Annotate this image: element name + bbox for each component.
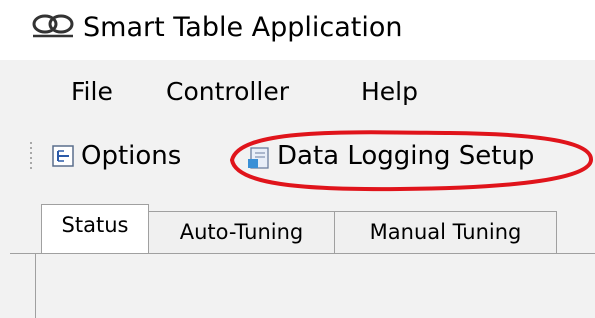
data-logging-icon bbox=[248, 147, 269, 169]
options-label: Options bbox=[81, 141, 182, 171]
app-logo-icon bbox=[32, 14, 74, 38]
data-logging-label: Data Logging Setup bbox=[277, 141, 535, 171]
data-logging-setup-button[interactable]: Data Logging Setup bbox=[247, 138, 587, 176]
tab-panel-border bbox=[10, 253, 595, 254]
tab-control: Status Auto-Tuning Manual Tuning bbox=[0, 190, 595, 318]
options-icon bbox=[52, 145, 74, 167]
tab-auto-tuning[interactable]: Auto-Tuning bbox=[148, 211, 335, 254]
tab-manual-tuning[interactable]: Manual Tuning bbox=[334, 211, 557, 254]
window-title: Smart Table Application bbox=[83, 12, 403, 43]
options-button[interactable]: Options bbox=[52, 138, 212, 176]
menu-bar: File Controller Help bbox=[0, 60, 595, 124]
tab-status[interactable]: Status bbox=[41, 204, 149, 254]
menu-help[interactable]: Help bbox=[361, 76, 418, 108]
menu-controller[interactable]: Controller bbox=[166, 76, 289, 108]
menu-file[interactable]: File bbox=[71, 76, 113, 108]
toolbar-grip[interactable] bbox=[30, 142, 34, 172]
title-bar: Smart Table Application bbox=[0, 0, 595, 60]
tab-panel-left-border bbox=[35, 253, 36, 318]
toolbar: Options Data Logging Setup bbox=[0, 124, 595, 190]
